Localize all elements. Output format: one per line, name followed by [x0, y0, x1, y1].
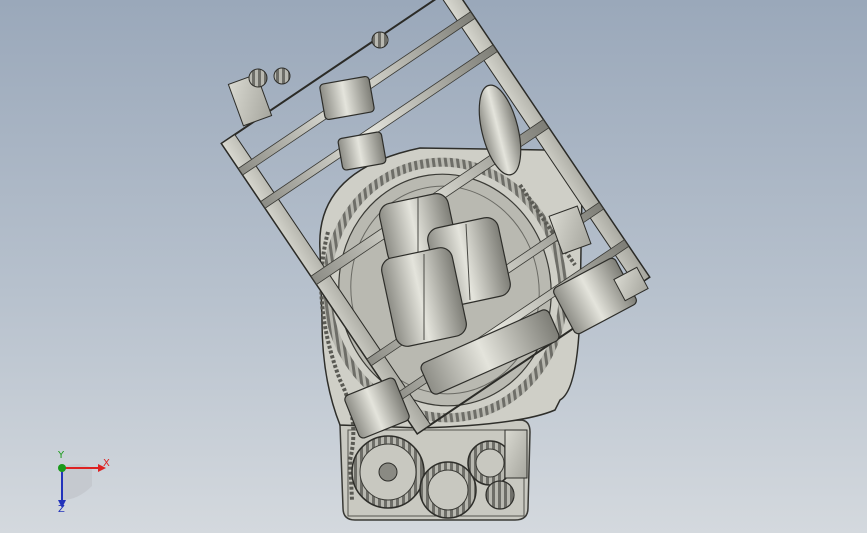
- gearbox-model[interactable]: [0, 0, 867, 533]
- z-axis-label: Z: [58, 504, 65, 515]
- y-axis-label: Y: [58, 450, 65, 461]
- y-axis-arrow: [58, 464, 66, 472]
- x-axis-label: X: [103, 458, 110, 469]
- triad-backdrop: [62, 463, 92, 500]
- cad-viewport[interactable]: X Y Z: [0, 0, 867, 533]
